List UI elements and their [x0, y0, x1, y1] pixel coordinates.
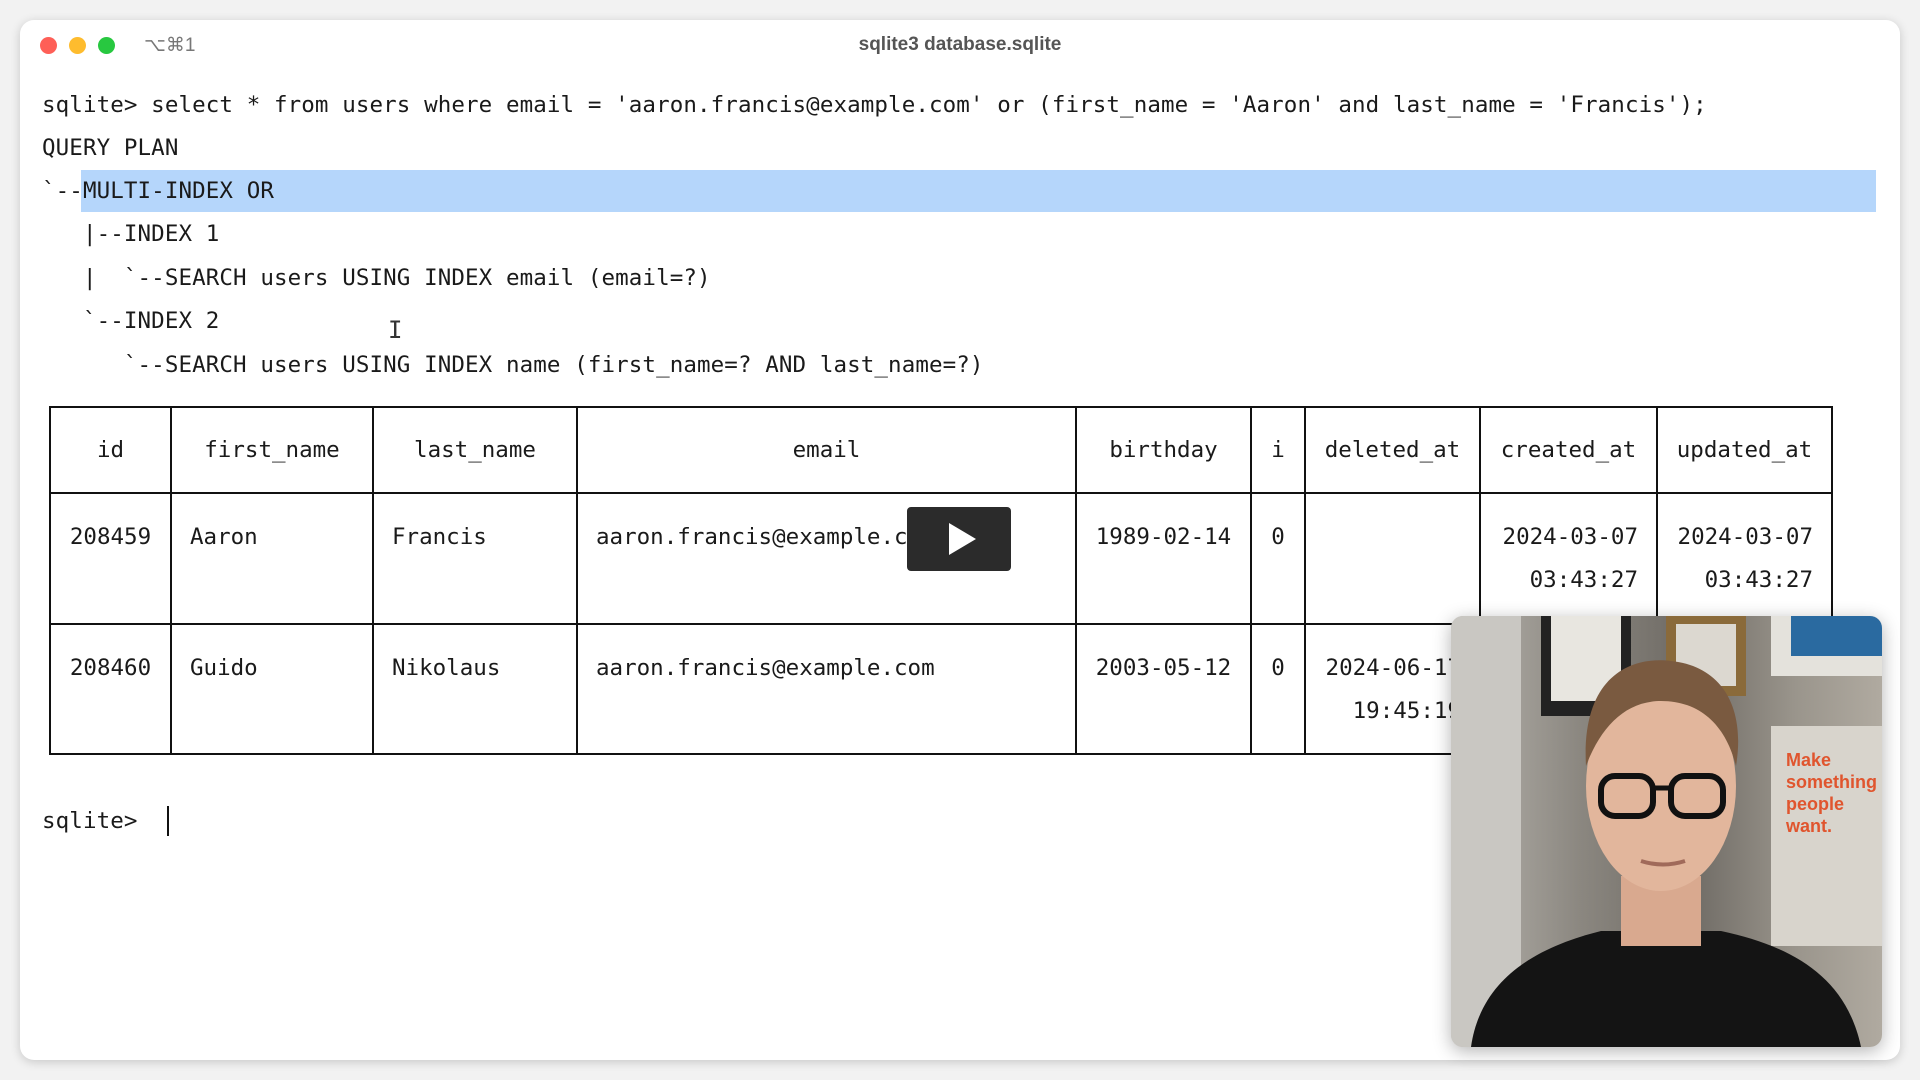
cell: 0 — [1250, 623, 1306, 755]
terminal-cursor — [167, 806, 169, 836]
cell: Francis — [372, 492, 578, 625]
cell: Nikolaus — [372, 623, 578, 755]
column-header: created_at — [1479, 406, 1658, 494]
play-icon[interactable] — [907, 507, 1011, 571]
webcam-image: Make something people want. — [1451, 616, 1882, 1047]
column-header: email — [576, 406, 1077, 494]
column-header: id — [49, 406, 172, 494]
output-line: `--INDEX 2 — [42, 308, 220, 334]
column-header: last_name — [372, 406, 578, 494]
command-line: sqlite> select * from users where email … — [42, 92, 1707, 118]
column-header: deleted_at — [1304, 406, 1481, 494]
output-line: | `--SEARCH users USING INDEX email (ema… — [42, 265, 711, 291]
column-header: birthday — [1075, 406, 1252, 494]
cell: 2024-03-07 03:43:27 — [1656, 492, 1833, 625]
cell: 208460 — [49, 623, 172, 755]
column-header: i — [1250, 406, 1306, 494]
text-selection — [81, 170, 1876, 212]
cell — [1304, 492, 1481, 625]
cell: 208459 — [49, 492, 172, 625]
cell: 2024-03-07 03:43:27 — [1479, 492, 1658, 625]
window-title: sqlite3 database.sqlite — [858, 34, 1062, 55]
output-line: QUERY PLAN — [42, 135, 179, 161]
cell: 1989-02-14 — [1075, 492, 1252, 625]
svg-text:Make: Make — [1786, 750, 1831, 770]
cell: Guido — [170, 623, 374, 755]
cell: aaron.francis@example.com — [576, 623, 1077, 755]
cell: 0 — [1250, 492, 1306, 625]
cell: Aaron — [170, 492, 374, 625]
output-line: `--SEARCH users USING INDEX name (first_… — [42, 352, 984, 378]
output-line: `--MULTI-INDEX OR — [42, 178, 274, 204]
text-cursor-icon: I — [388, 316, 403, 344]
cell: 2003-05-12 — [1075, 623, 1252, 755]
svg-text:want.: want. — [1785, 816, 1832, 836]
column-header: first_name — [170, 406, 374, 494]
table-header-row: id first_name last_name email birthday i… — [49, 406, 1833, 494]
svg-text:something: something — [1786, 772, 1877, 792]
output-line: |--INDEX 1 — [42, 221, 220, 247]
column-header: updated_at — [1656, 406, 1833, 494]
presenter-webcam: Make something people want. — [1451, 616, 1882, 1047]
svg-text:people: people — [1786, 794, 1844, 814]
prompt[interactable]: sqlite> — [42, 800, 151, 843]
